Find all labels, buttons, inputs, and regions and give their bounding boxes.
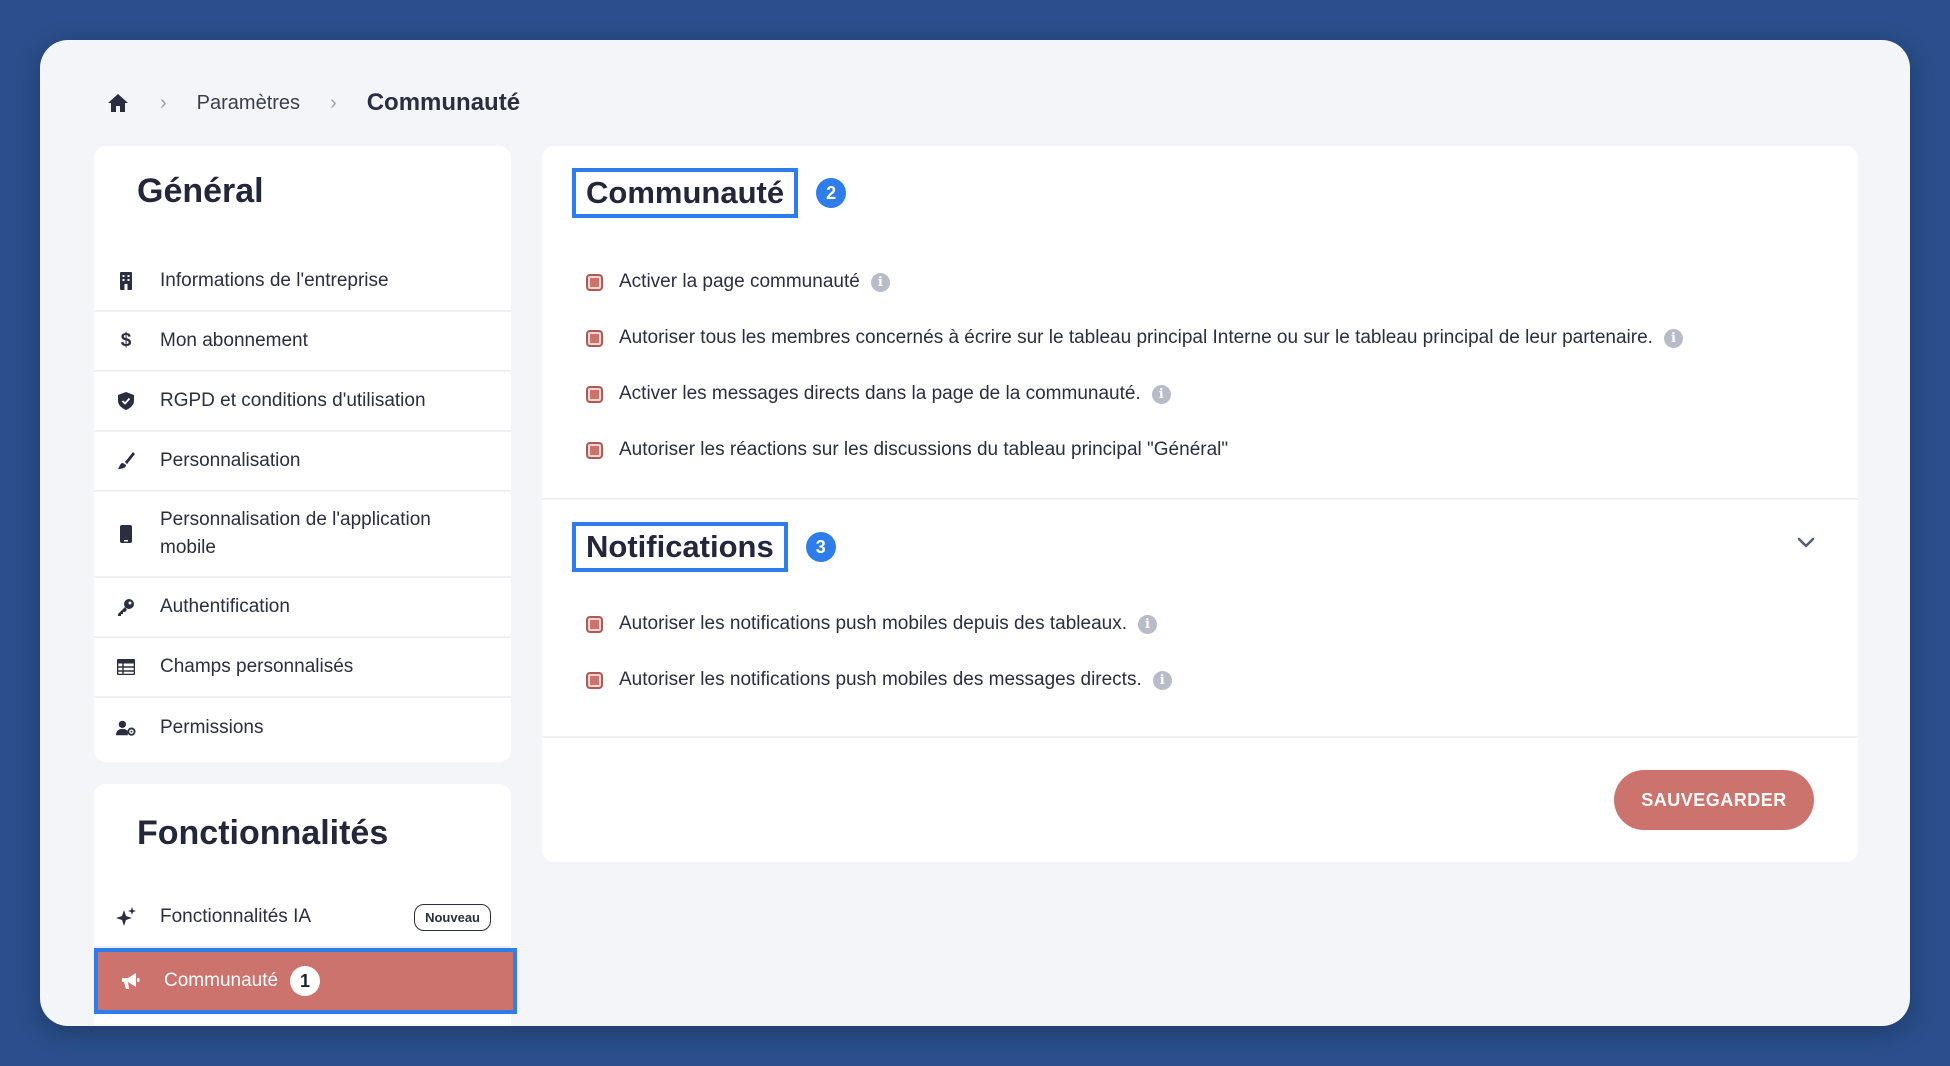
sidebar-item-label: Communauté xyxy=(164,970,279,991)
sidebar-item-label: Personnalisation xyxy=(160,450,301,471)
chevron-right-icon: › xyxy=(160,91,167,114)
sidebar-general-card: Général Informations de l'entreprise $ M… xyxy=(94,146,511,762)
checkbox[interactable] xyxy=(586,615,603,633)
step-badge-2: 2 xyxy=(816,178,847,208)
app-window: › Paramètres › Communauté Général Inform… xyxy=(40,40,1910,1026)
sidebar-item-mobile-personalization[interactable]: Personnalisation de l'application mobile xyxy=(94,492,511,578)
option-label: Autoriser les réactions sur les discussi… xyxy=(619,439,1229,460)
info-icon[interactable]: i xyxy=(1152,670,1172,690)
megaphone-icon xyxy=(120,971,140,991)
notifications-section-title: Notifications xyxy=(572,522,788,572)
notifications-section: Notifications 3 Autoriser les notificati… xyxy=(542,500,1858,738)
sidebar-item-label: Mon abonnement xyxy=(160,330,308,351)
chevron-right-icon: › xyxy=(330,91,337,114)
new-badge: Nouveau xyxy=(414,903,491,931)
save-button[interactable]: SAUVEGARDER xyxy=(1614,770,1814,830)
sidebar-item-authentication[interactable]: Authentification xyxy=(94,578,511,638)
checkbox[interactable] xyxy=(586,441,603,459)
breadcrumb-parametres[interactable]: Paramètres xyxy=(197,92,300,115)
home-icon[interactable] xyxy=(106,91,130,115)
info-icon[interactable]: i xyxy=(1151,384,1171,404)
option-enable-community-page[interactable]: Activer la page communauté i xyxy=(586,254,1683,310)
shield-icon xyxy=(116,391,136,411)
sparkles-icon xyxy=(116,907,136,927)
info-icon[interactable]: i xyxy=(870,272,890,292)
breadcrumb-current: Communauté xyxy=(366,89,521,116)
sidebar-item-subscription[interactable]: $ Mon abonnement xyxy=(94,312,511,372)
checkbox[interactable] xyxy=(586,385,603,403)
sidebar-general-nav: Informations de l'entreprise $ Mon abonn… xyxy=(94,252,511,758)
user-gear-icon xyxy=(116,718,136,738)
sidebar-item-label: Informations de l'entreprise xyxy=(160,270,389,291)
step-badge-1: 1 xyxy=(290,966,321,996)
sidebar-item-label: Personnalisation de l'application mobile xyxy=(160,509,431,558)
option-push-direct-messages[interactable]: Autoriser les notifications push mobiles… xyxy=(586,652,1172,708)
info-icon[interactable]: i xyxy=(1138,614,1158,634)
checkbox[interactable] xyxy=(586,671,603,689)
building-icon xyxy=(116,271,136,291)
sidebar-item-label: RGPD et conditions d'utilisation xyxy=(160,390,426,411)
sidebar-item-custom-fields[interactable]: Champs personnalisés xyxy=(94,638,511,698)
option-allow-reactions[interactable]: Autoriser les réactions sur les discussi… xyxy=(586,422,1683,478)
notifications-options: Autoriser les notifications push mobiles… xyxy=(586,596,1172,708)
sidebar-item-label: Champs personnalisés xyxy=(160,656,354,677)
option-push-boards[interactable]: Autoriser les notifications push mobiles… xyxy=(586,596,1172,652)
sidebar-item-gdpr[interactable]: RGPD et conditions d'utilisation xyxy=(94,372,511,432)
sidebar-item-label: Fonctionnalités IA xyxy=(160,906,312,927)
sidebar-item-label: Permissions xyxy=(160,717,264,738)
community-section-header: Communauté 2 xyxy=(572,168,847,218)
table-icon xyxy=(116,657,136,677)
sidebar-item-permissions[interactable]: Permissions xyxy=(94,698,511,758)
option-label: Activer les messages directs dans la pag… xyxy=(619,383,1141,404)
mobile-icon xyxy=(116,524,136,544)
sidebar-item-label: Authentification xyxy=(160,596,290,617)
sidebar-item-company-info[interactable]: Informations de l'entreprise xyxy=(94,252,511,312)
option-label: Activer la page communauté xyxy=(619,271,860,292)
checkbox[interactable] xyxy=(586,273,603,291)
sidebar-item-community[interactable]: Communauté 1 xyxy=(94,948,517,1014)
brush-icon xyxy=(116,451,136,471)
sidebar-features-title: Fonctionnalités xyxy=(137,814,389,852)
checkbox[interactable] xyxy=(586,329,603,347)
option-label: Autoriser les notifications push mobiles… xyxy=(619,613,1128,634)
sidebar-item-ai-features[interactable]: Fonctionnalités IA Nouveau xyxy=(94,888,511,948)
option-allow-members-write[interactable]: Autoriser tous les membres concernés à é… xyxy=(586,310,1683,366)
sidebar-features-nav: Fonctionnalités IA Nouveau Communauté 1 xyxy=(94,888,517,1014)
step-badge-3: 3 xyxy=(805,532,836,562)
breadcrumb: › Paramètres › Communauté xyxy=(106,78,520,128)
community-section: Communauté 2 Activer la page communauté … xyxy=(542,146,1858,500)
dollar-icon: $ xyxy=(120,330,132,351)
sidebar-general-title: Général xyxy=(137,172,264,210)
community-section-title: Communauté xyxy=(572,168,799,218)
option-label: Autoriser tous les membres concernés à é… xyxy=(619,327,1653,348)
sidebar-features-card: Fonctionnalités Fonctionnalités IA Nouve… xyxy=(94,784,517,1026)
community-options: Activer la page communauté i Autoriser t… xyxy=(586,254,1683,478)
option-enable-direct-messages[interactable]: Activer les messages directs dans la pag… xyxy=(586,366,1683,422)
chevron-down-icon[interactable] xyxy=(1794,530,1818,554)
notifications-section-header[interactable]: Notifications 3 xyxy=(572,522,836,572)
option-label: Autoriser les notifications push mobiles… xyxy=(619,669,1142,690)
sidebar-item-personalization[interactable]: Personnalisation xyxy=(94,432,511,492)
info-icon[interactable]: i xyxy=(1663,328,1683,348)
key-icon xyxy=(116,597,136,617)
settings-panel: Communauté 2 Activer la page communauté … xyxy=(542,146,1858,862)
